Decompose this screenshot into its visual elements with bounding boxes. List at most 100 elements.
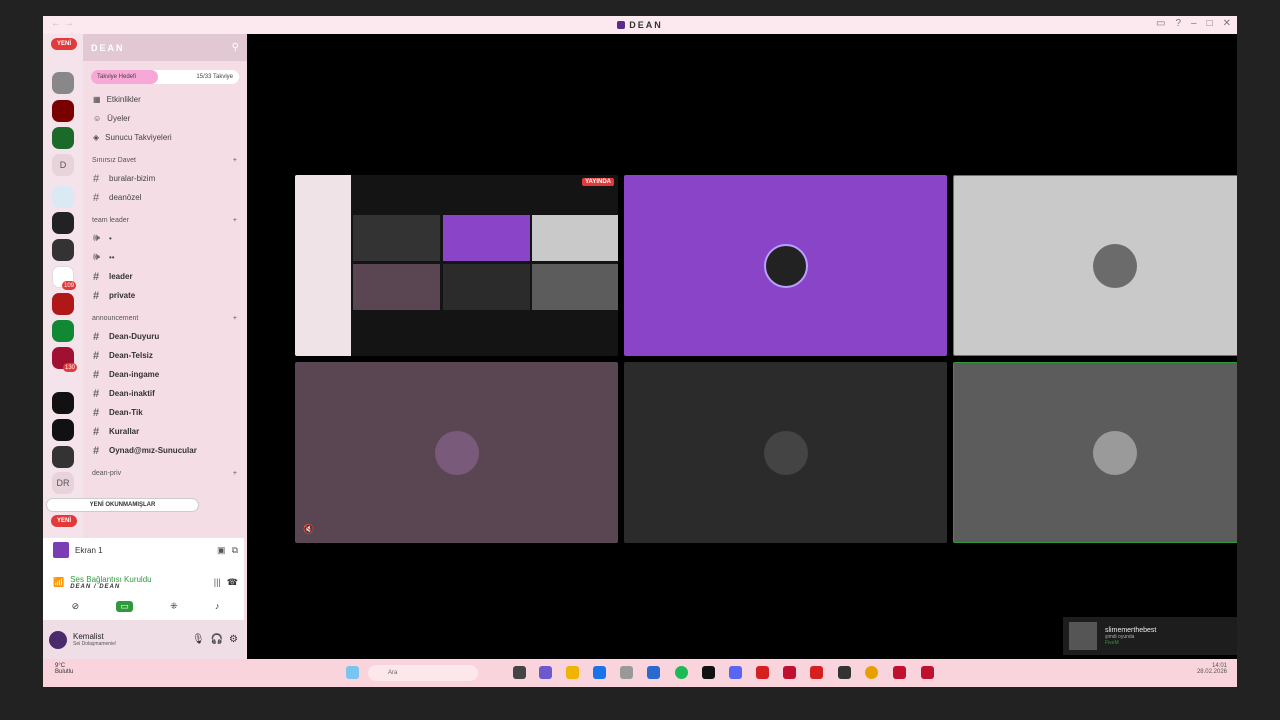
help-icon[interactable]: ? xyxy=(1175,18,1181,29)
system-clock[interactable]: 14:01 28.02.2026 xyxy=(1197,663,1227,675)
headphones-icon[interactable]: 🎧 xyxy=(211,634,223,645)
server-header[interactable]: DEAN ⚲ xyxy=(83,34,247,61)
server-icon[interactable] xyxy=(52,293,74,315)
participant-avatar xyxy=(763,430,808,475)
app-icon[interactable] xyxy=(756,666,769,679)
screen-label: Ekran 1 xyxy=(75,545,103,555)
server-icon[interactable] xyxy=(52,100,74,122)
folder-icon[interactable] xyxy=(52,186,74,208)
discord-icon[interactable] xyxy=(729,666,742,679)
nav-events[interactable]: ▦ Etkinlikler xyxy=(83,90,247,109)
store-icon[interactable] xyxy=(620,666,633,679)
start-icon[interactable] xyxy=(346,666,359,679)
app-icon[interactable] xyxy=(921,666,934,679)
channel-item[interactable]: # Dean-Tik xyxy=(83,403,247,422)
new-badge[interactable]: YENİ xyxy=(51,38,77,50)
nav-boosts[interactable]: ◈ Sunucu Takviyeleri xyxy=(83,128,247,147)
server-icon[interactable]: D xyxy=(52,154,74,176)
channel-item[interactable]: # Dean-Telsiz xyxy=(83,346,247,365)
channel-item[interactable]: # Dean-inaktif xyxy=(83,384,247,403)
channel-item[interactable]: # leader xyxy=(83,267,247,286)
participant-tile[interactable] xyxy=(953,362,1237,543)
server-icon[interactable]: 130 xyxy=(52,347,77,372)
app-icon[interactable] xyxy=(838,666,851,679)
category-header[interactable]: dean-priv + xyxy=(83,464,247,482)
participant-tile[interactable] xyxy=(624,175,947,356)
edge-icon[interactable] xyxy=(593,666,606,679)
inbox-icon[interactable]: ▭ xyxy=(1156,18,1165,29)
server-icon[interactable]: 109 xyxy=(52,266,76,290)
channel-item[interactable]: # Oynad@mız-Sunucular xyxy=(83,441,247,460)
channel-item[interactable]: # Dean-Duyuru xyxy=(83,327,247,346)
minimize-button[interactable]: – xyxy=(1191,18,1197,29)
microphone-icon[interactable]: 🎙 xyxy=(192,634,205,645)
participant-tile[interactable]: 🔇 xyxy=(295,362,618,543)
user-panel: Kemalist Sei Dolaşmamenie! 🎙 🎧 ⚙ xyxy=(43,620,244,659)
weather-widget[interactable]: 9°C Bulutlu xyxy=(55,663,73,675)
app-icon[interactable] xyxy=(783,666,796,679)
activities-icon[interactable]: ⁜ xyxy=(170,601,178,612)
user-avatar[interactable] xyxy=(49,630,67,649)
popout-icon[interactable]: ⧉ xyxy=(232,545,238,556)
app-icon[interactable] xyxy=(539,666,552,679)
folder-icon[interactable] xyxy=(566,666,579,679)
server-icon[interactable]: DR xyxy=(52,472,74,494)
close-button[interactable]: ✕ xyxy=(1223,18,1231,29)
server-icon[interactable] xyxy=(52,446,74,468)
maximize-button[interactable]: □ xyxy=(1207,18,1213,29)
channel-label: deanözel xyxy=(109,193,142,202)
camera-off-icon[interactable]: ⊘ xyxy=(72,601,80,612)
taskview-icon[interactable] xyxy=(513,666,526,679)
voice-panel: Ekran 1 ▣ ⧉ 📶 Ses Bağlantısı Kuruldu DEA… xyxy=(43,538,244,620)
server-icon[interactable] xyxy=(52,239,74,261)
voice-channel-item[interactable]: 🕪 • xyxy=(83,229,247,248)
screen-settings-icon[interactable]: ▣ xyxy=(217,545,226,556)
screen-share-button[interactable]: ▭ xyxy=(116,600,133,612)
user-info[interactable]: Kemalist Sei Dolaşmamenie! xyxy=(73,632,186,647)
add-channel-icon[interactable]: + xyxy=(233,217,237,224)
activity-toast[interactable]: slimemerthebest şimdi oyunda FiveM xyxy=(1063,617,1237,655)
app-icon[interactable] xyxy=(647,666,660,679)
add-channel-icon[interactable]: + xyxy=(233,315,237,322)
new-badge[interactable]: YENİ xyxy=(51,515,77,527)
gear-icon[interactable]: ⚙ xyxy=(229,634,238,645)
server-icon[interactable] xyxy=(52,212,74,234)
channel-label: Dean-Duyuru xyxy=(109,332,160,341)
screen-share-tile[interactable]: YAYINDA xyxy=(295,175,618,356)
app-icon[interactable] xyxy=(893,666,906,679)
channel-item[interactable]: # Kurallar xyxy=(83,422,247,441)
channel-item[interactable]: # Dean-ingame xyxy=(83,365,247,384)
category-header[interactable]: announcement + xyxy=(83,309,247,327)
voice-channel-item[interactable]: 🕪 •• xyxy=(83,248,247,267)
boost-count: 15/33 Takviye xyxy=(196,74,233,80)
server-icon[interactable] xyxy=(52,72,74,94)
app-icon[interactable] xyxy=(810,666,823,679)
weather-desc: Bulutlu xyxy=(55,669,74,675)
members-icon: ☺ xyxy=(93,114,102,123)
disconnect-icon[interactable]: ☎ xyxy=(227,577,238,588)
channel-item[interactable]: # private xyxy=(83,286,247,305)
boost-progress[interactable]: Takviye Hedefi 15/33 Takviye xyxy=(91,70,239,84)
server-icon[interactable] xyxy=(52,419,74,441)
category-header[interactable]: team leader + xyxy=(83,211,247,229)
channel-item[interactable]: # deanözel xyxy=(83,188,247,207)
nav-arrows[interactable]: ← → xyxy=(51,18,74,29)
server-icon[interactable] xyxy=(52,392,74,414)
chrome-icon[interactable] xyxy=(865,666,878,679)
participant-tile[interactable] xyxy=(624,362,947,543)
add-member-icon[interactable]: ⚲ xyxy=(232,42,239,53)
spotify-icon[interactable] xyxy=(675,666,688,679)
add-channel-icon[interactable]: + xyxy=(233,470,237,477)
nav-members[interactable]: ☺ Üyeler xyxy=(83,109,247,128)
soundboard-icon[interactable]: ♪ xyxy=(215,601,220,611)
channel-item[interactable]: # buralar-bizim xyxy=(83,169,247,188)
noise-icon[interactable]: ||| xyxy=(214,577,221,587)
participant-tile[interactable] xyxy=(953,175,1237,356)
server-icon[interactable] xyxy=(52,127,74,149)
category-header[interactable]: Sınırsız Davet + xyxy=(83,151,247,169)
unread-messages-pill[interactable]: YENİ OKUNMAMIŞLAR xyxy=(46,498,199,512)
server-icon[interactable] xyxy=(52,320,74,342)
app-icon[interactable] xyxy=(702,666,715,679)
add-channel-icon[interactable]: + xyxy=(233,157,237,164)
taskbar-search[interactable]: Ara xyxy=(368,665,478,681)
